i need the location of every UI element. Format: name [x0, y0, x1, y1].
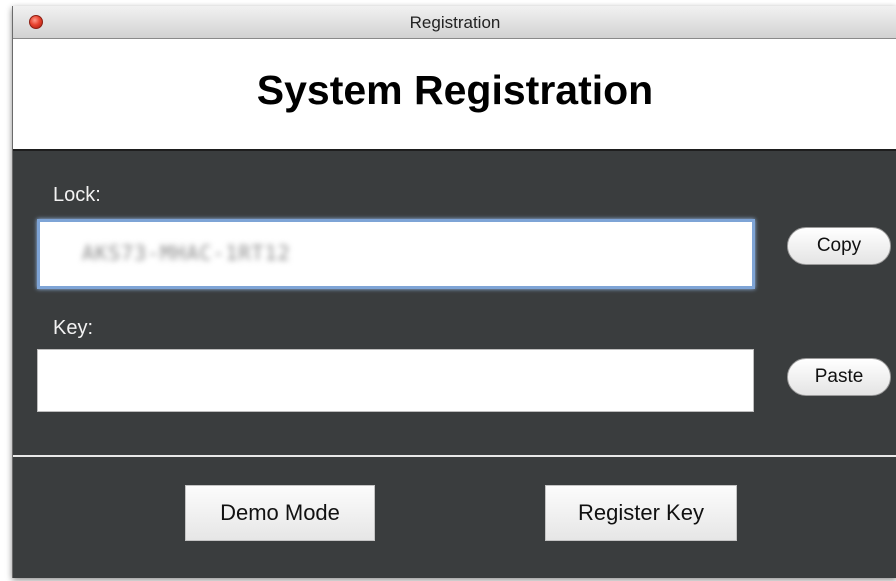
demo-mode-button[interactable]: Demo Mode: [185, 485, 375, 541]
header-panel: System Registration: [13, 39, 896, 151]
window-title: Registration: [409, 13, 501, 32]
key-field[interactable]: [37, 349, 754, 412]
lock-value: AKS73-MHAC-1RT12: [82, 241, 291, 265]
title-bar[interactable]: Registration: [13, 6, 896, 39]
register-key-button[interactable]: Register Key: [545, 485, 737, 541]
lock-label: Lock:: [53, 184, 101, 206]
key-label: Key:: [53, 317, 94, 339]
copy-button[interactable]: Copy: [787, 227, 891, 265]
paste-button[interactable]: Paste: [787, 358, 891, 396]
divider: [13, 455, 896, 457]
registration-window: Registration System Registration Lock: A…: [12, 6, 896, 578]
page-title: System Registration: [256, 67, 654, 113]
lock-field[interactable]: AKS73-MHAC-1RT12: [37, 219, 755, 289]
